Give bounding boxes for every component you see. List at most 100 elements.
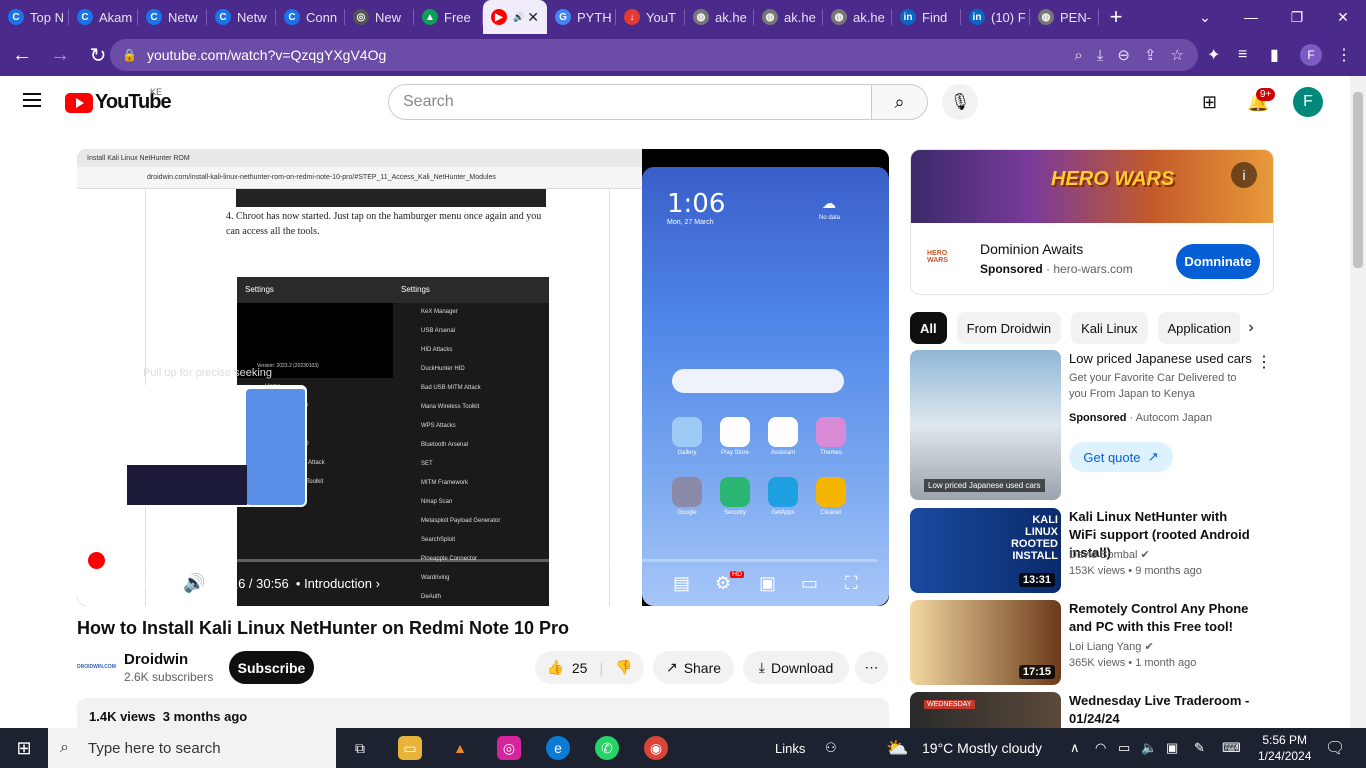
vlc-icon[interactable]: ▲ xyxy=(448,736,472,760)
browser-tab[interactable]: ▲ Free xyxy=(414,0,483,34)
ad-info-icon[interactable]: i xyxy=(1231,162,1257,188)
subtitles-icon[interactable]: ▤ xyxy=(673,573,690,594)
minimize-button[interactable]: — xyxy=(1228,0,1274,34)
back-arrow-icon[interactable]: ← xyxy=(6,39,38,71)
share-button[interactable]: ↗ Share xyxy=(653,651,734,684)
chrome-icon[interactable]: ◉ xyxy=(644,736,668,760)
progress-bar[interactable] xyxy=(88,552,877,569)
url-bar[interactable]: 🔒 youtube.com/watch?v=QzqgYXgV4Og ⌕ ⤓ ⊖ … xyxy=(110,39,1198,71)
people-icon[interactable]: ⚇ xyxy=(825,728,837,768)
like-count[interactable]: 25 xyxy=(572,660,588,676)
share-page-icon[interactable]: ⇪ xyxy=(1144,46,1157,64)
browser-tab[interactable]: ◎ New xyxy=(345,0,414,34)
scrubber-knob[interactable] xyxy=(88,552,106,569)
chapter-button[interactable]: • Introduction xyxy=(296,576,372,591)
rec-title[interactable]: Wednesday Live Traderoom - 01/24/24 xyxy=(1069,692,1254,728)
dislike-thumb-icon[interactable]: 👎 xyxy=(615,659,632,676)
display-icon[interactable]: ▣ xyxy=(1166,728,1178,768)
get-quote-button[interactable]: Get quote ↗ xyxy=(1069,442,1173,472)
filter-chip[interactable]: Kali Linux xyxy=(1071,312,1148,344)
restore-button[interactable]: ❐ xyxy=(1274,0,1320,34)
extensions-puzzle-icon[interactable]: ✦ xyxy=(1207,39,1220,71)
taskbar-search-input[interactable]: ⌕ Type here to search xyxy=(48,728,336,768)
media-queue-icon[interactable]: ≡ xyxy=(1238,39,1247,71)
rec-channel[interactable]: Loi Liang Yang xyxy=(1069,641,1141,653)
hamburger-menu-icon[interactable] xyxy=(23,93,41,107)
miniplayer-icon[interactable]: ▣ xyxy=(759,573,776,594)
ad-banner-image[interactable]: HERO WARS i xyxy=(911,150,1273,223)
browser-tab[interactable]: ◍ ak.he xyxy=(754,0,823,34)
rec-thumbnail[interactable]: WEDNESDAY xyxy=(910,692,1061,728)
rec-thumbnail[interactable]: KALI LINUX ROOTED INSTALL 13:31 xyxy=(910,508,1061,593)
instagram-icon[interactable]: ◎ xyxy=(497,736,521,760)
keyboard-icon[interactable]: ⌨ xyxy=(1222,728,1241,768)
user-avatar[interactable]: F xyxy=(1293,87,1323,117)
task-view-icon[interactable]: ⧉ xyxy=(348,736,372,760)
recommendation-ad[interactable]: Low priced Japanese used cars Low priced… xyxy=(910,350,1350,502)
tab-close-icon[interactable]: ✕ xyxy=(527,9,539,26)
browser-tab[interactable]: C Netw xyxy=(138,0,207,34)
zoom-search-icon[interactable]: ⌕ xyxy=(1074,47,1082,64)
browser-tab[interactable]: C Netw xyxy=(207,0,276,34)
rec-thumbnail[interactable]: Low priced Japanese used cars xyxy=(910,350,1061,500)
taskbar-clock[interactable]: 5:56 PM 1/24/2024 xyxy=(1258,728,1311,768)
speaker-icon[interactable]: 🔈 xyxy=(1141,728,1157,768)
rec-channel[interactable]: David Bombal xyxy=(1069,549,1137,561)
chips-next-chevron-icon[interactable]: › xyxy=(1240,312,1262,344)
zoom-out-icon[interactable]: ⊖ xyxy=(1117,46,1130,64)
browser-tab[interactable]: ◍ PEN- xyxy=(1030,0,1099,34)
browser-tab[interactable]: G PYTH xyxy=(547,0,616,34)
create-video-icon[interactable]: ⊞ xyxy=(1202,92,1217,113)
fullscreen-icon[interactable]: ⛶ xyxy=(845,573,858,594)
recommendation-video[interactable]: 17:15 Remotely Control Any Phone and PC … xyxy=(910,600,1350,686)
pen-icon[interactable]: ✎ xyxy=(1194,728,1205,768)
channel-name[interactable]: Droidwin xyxy=(124,651,188,668)
install-app-icon[interactable]: ⤓ xyxy=(1097,47,1104,64)
filter-chip[interactable]: From Droidwin xyxy=(956,312,1062,344)
sponsored-ad-card[interactable]: HERO WARS i HERO WARS Dominion Awaits Sp… xyxy=(910,149,1274,295)
scrollbar-thumb[interactable] xyxy=(1353,92,1363,268)
browser-tab[interactable]: C Conn xyxy=(276,0,345,34)
tray-chevron-icon[interactable]: ∧ xyxy=(1070,728,1080,768)
close-window-button[interactable]: ✕ xyxy=(1320,0,1366,34)
tab-search-chevron-icon[interactable]: ⌄ xyxy=(1182,0,1228,34)
rec-title[interactable]: Remotely Control Any Phone and PC with t… xyxy=(1069,600,1254,636)
download-button[interactable]: ⤓ Download xyxy=(743,651,849,684)
battery-icon[interactable]: ▭ xyxy=(1118,728,1130,768)
like-thumb-icon[interactable]: 👍 xyxy=(546,659,563,676)
browser-tab[interactable]: in (10) F xyxy=(961,0,1030,34)
wifi-icon[interactable]: ◠ xyxy=(1095,728,1106,768)
weather-cloud-sun-icon[interactable]: ⛅ xyxy=(886,728,908,768)
browser-tab[interactable]: C Akam xyxy=(69,0,138,34)
new-tab-plus-icon[interactable]: + xyxy=(1099,4,1133,30)
edge-icon[interactable]: e xyxy=(546,736,570,760)
page-scrollbar[interactable] xyxy=(1350,76,1366,728)
notifications-center-icon[interactable]: 🗨 xyxy=(1325,728,1345,768)
theater-mode-icon[interactable]: ▭ xyxy=(801,573,818,594)
side-panel-icon[interactable]: ▮ xyxy=(1270,39,1279,71)
filter-chip[interactable]: Application xyxy=(1157,312,1242,344)
tab-audio-icon[interactable]: 🔊 xyxy=(513,12,524,23)
taskbar-weather[interactable]: 19°C Mostly cloudy xyxy=(922,728,1042,768)
pause-icon[interactable]: ❚❚ xyxy=(99,573,129,594)
browser-menu-icon[interactable]: ⋮ xyxy=(1336,39,1352,71)
browser-tab[interactable]: in Find xyxy=(892,0,961,34)
voice-search-mic-icon[interactable]: 🎙 xyxy=(942,84,978,120)
filter-chip[interactable]: All xyxy=(910,312,947,344)
browser-tab[interactable]: ▶ 🔊 ✕ xyxy=(483,0,547,34)
bookmark-star-icon[interactable]: ☆ xyxy=(1171,46,1184,64)
more-actions-icon[interactable]: ⋯ xyxy=(855,651,888,684)
video-player[interactable]: Install Kali Linux NetHunter ROM droidwi… xyxy=(77,149,889,606)
recommendation-video[interactable]: WEDNESDAY Wednesday Live Traderoom - 01/… xyxy=(910,692,1350,728)
rec-more-icon[interactable]: ⋮ xyxy=(1256,352,1272,372)
forward-arrow-icon[interactable]: → xyxy=(44,39,76,71)
links-toolbar[interactable]: Links xyxy=(775,728,805,768)
browser-tab[interactable]: C Top N xyxy=(0,0,69,34)
browser-profile-avatar[interactable]: F xyxy=(1300,39,1322,71)
settings-gear-icon[interactable]: ⚙ xyxy=(715,573,731,594)
browser-tab[interactable]: ◍ ak.he xyxy=(823,0,892,34)
recommendation-video[interactable]: KALI LINUX ROOTED INSTALL 13:31 Kali Lin… xyxy=(910,508,1350,594)
youtube-logo[interactable]: YouTube KE xyxy=(65,87,172,114)
browser-tab[interactable]: ↓ YouT xyxy=(616,0,685,34)
search-input[interactable]: Search xyxy=(388,84,872,120)
